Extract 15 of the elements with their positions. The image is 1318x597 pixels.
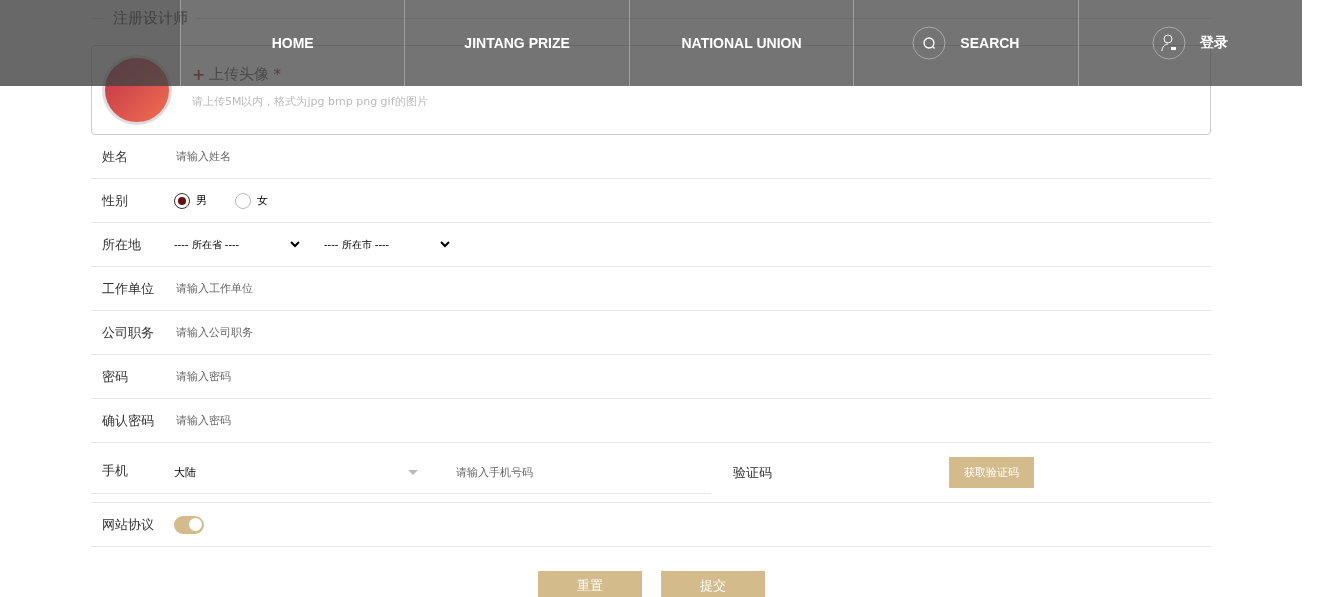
field-label: 密码 (102, 367, 129, 386)
field-label: 所在地 (102, 235, 142, 254)
field-label: 性别 (102, 191, 129, 210)
radio-label: 男 (196, 193, 207, 208)
field-label: 公司职务 (102, 323, 155, 342)
plus-sign: + (192, 65, 206, 84)
upload-hint: 请上传5M以内，格式为jpg bmp png gif的图片 (192, 94, 428, 109)
required-mark: * (273, 65, 281, 84)
field-label: 网站协议 (102, 515, 155, 534)
field-label: 确认密码 (102, 411, 155, 430)
field-label: 手机 (102, 462, 129, 480)
field-label: 工作单位 (102, 279, 155, 298)
field-label: 姓名 (102, 147, 129, 166)
code-label: 验证码 (733, 463, 773, 482)
radio-label: 女 (257, 193, 268, 208)
